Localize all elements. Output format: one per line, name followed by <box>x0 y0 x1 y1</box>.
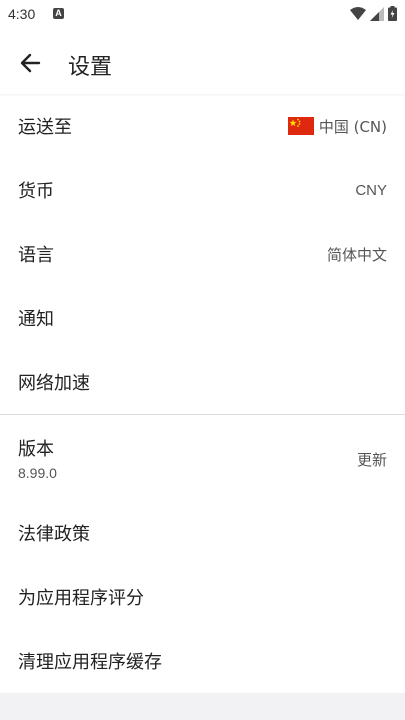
setting-currency[interactable]: 货币 CNY <box>0 158 405 222</box>
version-label: 版本 <box>18 439 54 460</box>
status-icons <box>350 6 397 21</box>
setting-label: 清理应用程序缓存 <box>18 652 162 673</box>
setting-label: 语言 <box>18 245 54 266</box>
language-value: 简体中文 <box>326 245 387 264</box>
version-number: 8.99.0 <box>18 465 57 481</box>
china-flag-icon <box>287 117 314 135</box>
setting-notifications[interactable]: 通知 <box>0 286 405 350</box>
setting-legal-policy[interactable]: 法律政策 <box>0 501 405 565</box>
battery-icon <box>388 6 397 21</box>
setting-language[interactable]: 语言 简体中文 <box>0 222 405 286</box>
setting-label: 网络加速 <box>18 373 90 394</box>
setting-ship-to[interactable]: 运送至 中国 (CN) <box>0 94 405 158</box>
ship-to-text: 中国 (CN) <box>318 117 387 136</box>
wifi-icon <box>350 6 366 20</box>
back-button[interactable] <box>18 50 44 76</box>
setting-version: 版本 8.99.0 更新 <box>0 415 405 501</box>
setting-label: 运送至 <box>18 117 72 138</box>
setting-label: 为应用程序评分 <box>18 588 144 609</box>
currency-value: CNY <box>355 181 387 199</box>
ship-to-value: 中国 (CN) <box>287 116 387 137</box>
setting-label: 货币 <box>18 181 54 202</box>
app-bar: 设置 <box>0 30 405 94</box>
settings-list: 运送至 中国 (CN) 货币 CNY 语言 简体中文 通知 网络加速 版本 8.… <box>0 94 405 693</box>
update-button[interactable]: 更新 <box>357 449 387 470</box>
status-bar: 4:30 A <box>0 0 405 30</box>
page-title: 设置 <box>68 55 113 80</box>
setting-rate-app[interactable]: 为应用程序评分 <box>0 565 405 629</box>
arrow-left-icon <box>20 53 41 73</box>
setting-clear-cache[interactable]: 清理应用程序缓存 <box>0 629 405 693</box>
setting-label: 通知 <box>18 309 54 330</box>
status-time: 4:30 <box>8 6 36 22</box>
setting-label: 法律政策 <box>18 524 90 545</box>
signal-icon <box>370 6 384 21</box>
notification-icon: A <box>53 8 64 19</box>
setting-network-acceleration[interactable]: 网络加速 <box>0 350 405 414</box>
